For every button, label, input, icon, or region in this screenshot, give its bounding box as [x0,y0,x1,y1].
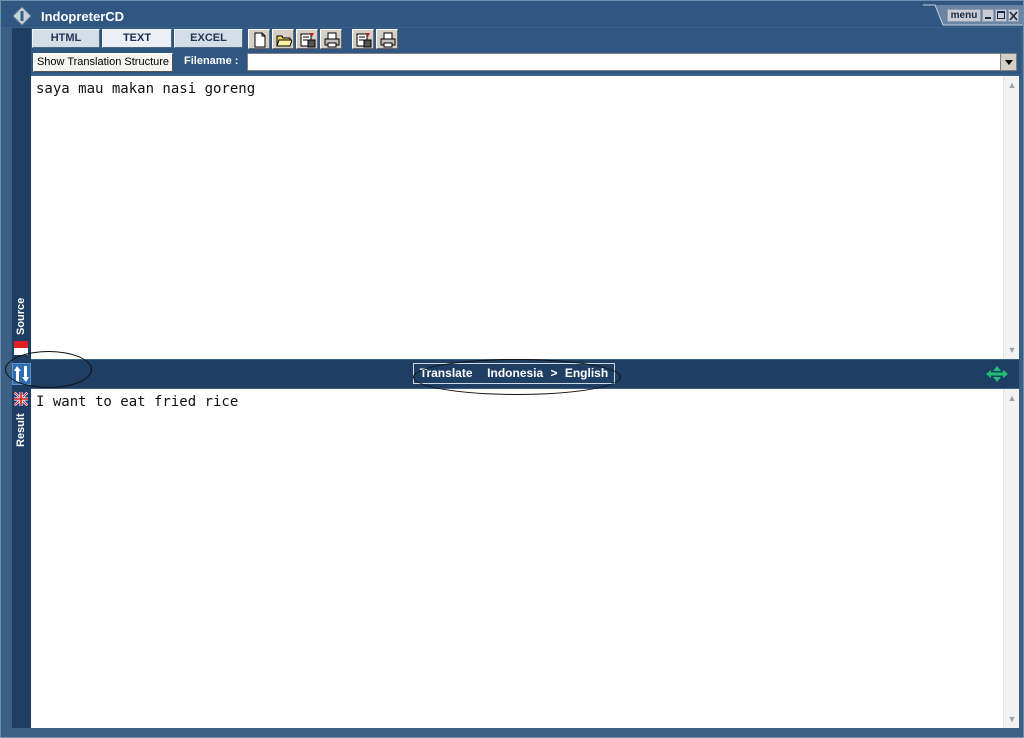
scroll-down-icon[interactable]: ▼ [1005,343,1019,357]
result-text[interactable]: I want to eat fried rice [36,394,238,410]
swap-direction-icon[interactable] [985,365,1009,383]
print-result-icon [380,32,396,48]
filename-input[interactable] [250,55,1000,69]
tab-excel[interactable]: EXCEL [174,29,243,48]
save-result-icon [356,33,372,48]
open-folder-icon [276,35,292,47]
maximize-icon [997,11,1005,19]
new-file-button[interactable] [248,29,270,49]
print-result-button[interactable] [376,29,398,49]
swap-arrows-icon [14,366,29,382]
indonesia-flag-icon[interactable] [14,341,28,355]
translate-button[interactable]: Translate Indonesia > English [413,363,615,384]
menu-button[interactable]: menu [947,9,981,22]
swap-language-button[interactable] [12,363,31,385]
close-button[interactable] [1008,9,1019,22]
filename-dropdown-arrow[interactable] [1000,54,1016,70]
window-title: IndopreterCD [41,9,125,24]
maximize-button[interactable] [995,9,1007,22]
open-folder-button[interactable] [272,29,294,49]
source-text[interactable]: saya mau makan nasi goreng [36,81,255,97]
tab-html[interactable]: HTML [32,29,100,48]
minimize-button[interactable] [982,9,994,22]
result-text-area[interactable]: I want to eat fried rice ▲ ▼ [31,389,1019,728]
save-icon [300,33,316,48]
tab-text[interactable]: TEXT [102,29,172,48]
chevron-down-icon [1005,60,1013,65]
result-side-label: Result [15,413,27,447]
translate-bar: Translate Indonesia > English [31,360,1019,388]
filename-label: Filename : [184,55,239,67]
toolbar: HTML TEXT EXCEL [31,28,1021,50]
filename-row: Show Translation Structure Filename : [31,50,1021,74]
uk-flag-icon[interactable] [14,392,28,406]
save-source-button[interactable] [296,29,318,49]
save-result-button[interactable] [352,29,374,49]
source-side-label: Source [15,297,27,335]
app-window: IndopreterCD menu Source Result HTML TEX… [0,0,1024,738]
scroll-up-icon[interactable]: ▲ [1005,78,1019,92]
minimize-icon [985,17,991,19]
source-scrollbar[interactable]: ▲ ▼ [1003,76,1019,359]
show-translation-structure-button[interactable]: Show Translation Structure [33,53,173,72]
print-icon [324,32,340,48]
app-logo-icon [13,7,31,25]
scroll-down-icon[interactable]: ▼ [1005,712,1019,726]
window-bottom-border [12,728,1021,732]
result-scrollbar[interactable]: ▲ ▼ [1003,389,1019,728]
scroll-up-icon[interactable]: ▲ [1005,391,1019,405]
source-text-area[interactable]: saya mau makan nasi goreng ▲ ▼ [31,76,1019,359]
title-bar: IndopreterCD menu [1,1,1023,27]
print-source-button[interactable] [320,29,342,49]
filename-dropdown[interactable] [247,53,1017,71]
close-icon [1009,11,1018,21]
new-file-icon [254,32,266,48]
